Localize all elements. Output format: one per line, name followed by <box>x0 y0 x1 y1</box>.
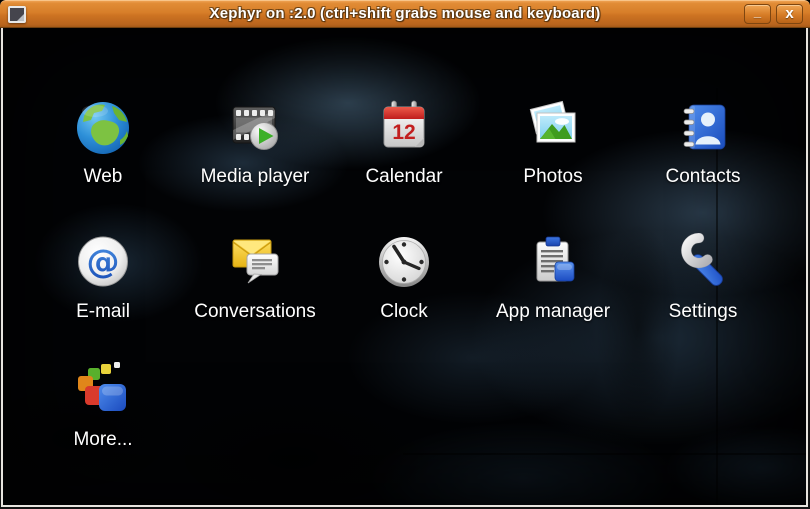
minimize-button[interactable]: _ <box>744 4 771 24</box>
email-icon: @ <box>74 233 132 291</box>
contacts-icon <box>674 98 732 156</box>
app-label: Contacts <box>628 166 778 188</box>
at-glyph: @ <box>87 242 120 281</box>
titlebar[interactable]: Xephyr on :2.0 (ctrl+shift grabs mouse a… <box>0 0 810 28</box>
web-icon <box>74 98 132 156</box>
close-button[interactable]: x <box>776 4 803 24</box>
app-label: Calendar <box>329 166 479 188</box>
app-label: Settings <box>628 301 778 323</box>
app-label: More... <box>28 429 178 451</box>
app-item-web[interactable]: Web <box>28 98 178 188</box>
app-item-app-manager[interactable]: App manager <box>478 233 628 323</box>
app-item-photos[interactable]: Photos <box>478 98 628 188</box>
conversations-icon <box>226 233 284 291</box>
calendar-day-text: 12 <box>392 121 415 144</box>
photos-icon <box>524 98 582 156</box>
app-item-settings[interactable]: Settings <box>628 233 778 323</box>
settings-icon <box>674 233 732 291</box>
app-label: App manager <box>478 301 628 323</box>
app-item-email[interactable]: @ E-mail <box>28 233 178 323</box>
app-label: Photos <box>478 166 628 188</box>
close-icon: x <box>777 5 802 23</box>
app-label: Media player <box>180 166 330 188</box>
minimize-icon: _ <box>745 5 770 19</box>
app-item-more[interactable]: More... <box>28 361 178 451</box>
media-player-icon <box>226 98 284 156</box>
app-item-conversations[interactable]: Conversations <box>180 233 330 323</box>
app-label: Clock <box>329 301 479 323</box>
app-item-clock[interactable]: Clock <box>329 233 479 323</box>
more-icon <box>74 361 132 419</box>
xephyr-window: Xephyr on :2.0 (ctrl+shift grabs mouse a… <box>0 0 810 509</box>
app-item-calendar[interactable]: 12 Calendar <box>329 98 479 188</box>
desktop: Web Media player <box>1 28 808 507</box>
app-item-contacts[interactable]: Contacts <box>628 98 778 188</box>
app-label: Web <box>28 166 178 188</box>
clock-icon <box>375 233 433 291</box>
app-item-media-player[interactable]: Media player <box>180 98 330 188</box>
wallpaper-grid-line-horizontal <box>403 453 806 455</box>
calendar-icon: 12 <box>375 98 433 156</box>
app-label: Conversations <box>180 301 330 323</box>
app-manager-icon <box>524 233 582 291</box>
window-title: Xephyr on :2.0 (ctrl+shift grabs mouse a… <box>0 0 810 28</box>
app-label: E-mail <box>28 301 178 323</box>
